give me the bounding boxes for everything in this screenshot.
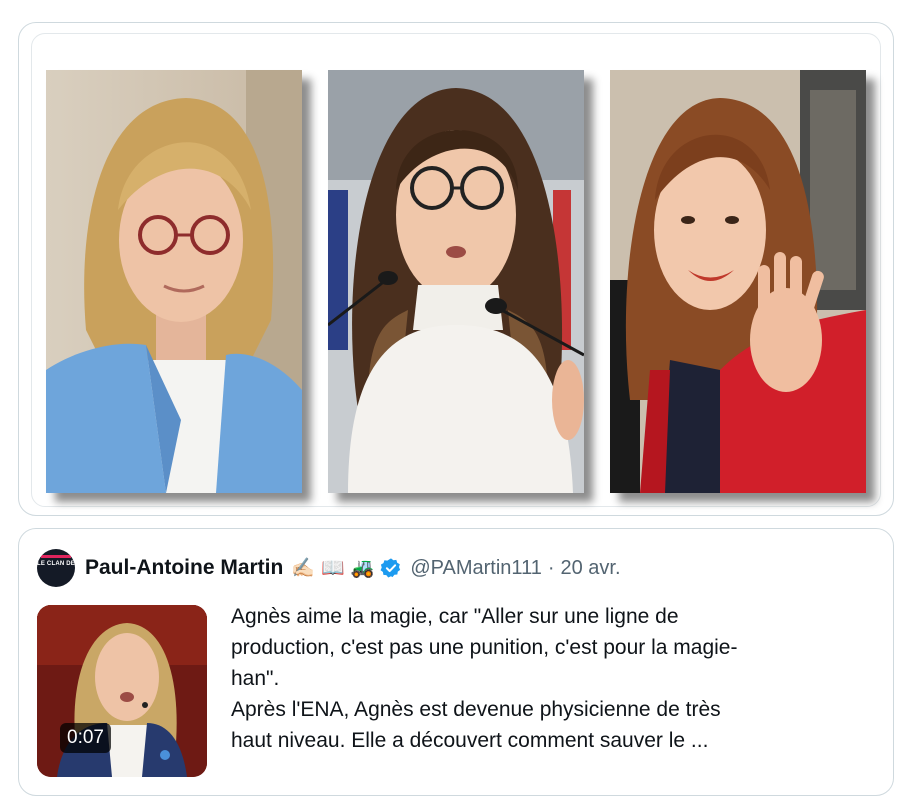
portrait-2-image <box>328 70 584 493</box>
tweet-header: LE CLAN DES SEIGNEURS Paul-Antoine Marti… <box>37 549 621 587</box>
tweet-text-paragraph-1: Agnès aime la magie, car "Aller sur une … <box>231 605 738 690</box>
tweet-text-paragraph-2: Après l'ENA, Agnès est devenue physicien… <box>231 698 721 752</box>
book-icon: 📖 <box>321 558 345 579</box>
portrait-photo-2[interactable] <box>328 70 584 493</box>
video-thumbnail[interactable]: 0:07 <box>37 605 207 777</box>
tweet-text: Agnès aime la magie, car "Aller sur une … <box>231 601 871 756</box>
avatar[interactable]: LE CLAN DES SEIGNEURS <box>37 549 75 587</box>
writing-hand-icon: ✍🏻 <box>291 558 316 579</box>
tweet-card[interactable]: LE CLAN DES SEIGNEURS Paul-Antoine Marti… <box>18 528 894 796</box>
verified-badge-icon[interactable] <box>380 557 402 579</box>
tweet-date[interactable]: 20 avr. <box>561 557 621 580</box>
avatar-logo-text: LE CLAN DES SEIGNEURS <box>37 561 75 567</box>
portrait-photo-1[interactable] <box>46 70 302 493</box>
avatar-logo-stripe <box>41 555 71 558</box>
author-name[interactable]: Paul-Antoine Martin <box>85 556 283 580</box>
tractor-icon: 🚜 <box>350 558 375 579</box>
author-emojis: ✍🏻 📖 🚜 <box>291 556 374 580</box>
image-collage-frame <box>31 33 881 507</box>
image-collage-card <box>18 22 894 516</box>
video-duration-badge: 0:07 <box>60 723 111 753</box>
author-handle[interactable]: @PAMartin111 <box>410 557 541 580</box>
header-separator: · <box>547 556 555 579</box>
portrait-1-image <box>46 70 302 493</box>
portrait-3-image <box>610 70 866 493</box>
portrait-photo-3[interactable] <box>610 70 866 493</box>
